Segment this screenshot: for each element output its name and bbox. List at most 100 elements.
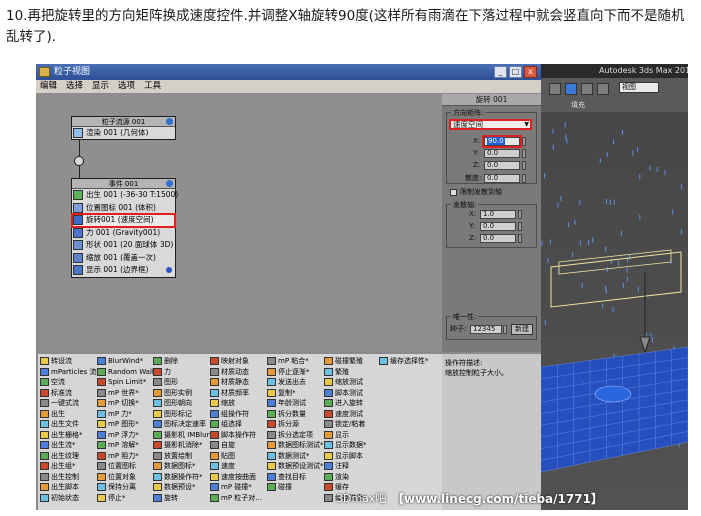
depot-item[interactable]: 贴图	[209, 451, 262, 462]
operator-birth[interactable]: 出生 001 (-36-30 T:1500)	[72, 189, 178, 202]
menu-select[interactable]: 选择	[66, 80, 83, 93]
wire-connector[interactable]	[74, 156, 84, 166]
seed-field[interactable]: 12345	[470, 325, 502, 334]
depot-item[interactable]: 数据图标测试*	[266, 440, 324, 451]
maximize-button[interactable]: □	[509, 66, 522, 78]
event-node[interactable]: 事件 001 出生 001 (-36-30 T:1500) 位置图标 001 (…	[71, 178, 178, 278]
depot-item[interactable]: mP 图形*	[96, 419, 159, 430]
restrict-divergence-checkbox[interactable]	[450, 189, 457, 196]
depot-item[interactable]: 力	[152, 367, 213, 378]
operator-render[interactable]: 渲染 001 (几何体)	[72, 127, 175, 140]
depot-item[interactable]: 拆分选定项	[266, 430, 324, 441]
depot-item[interactable]: 停止*	[96, 493, 159, 504]
reference-coordinate-dropdown[interactable]: 视图	[619, 82, 659, 93]
depot-item[interactable]: 缩放测试	[323, 377, 367, 388]
depot-item[interactable]: mP 力*	[96, 409, 159, 420]
depot-item[interactable]: 渲染	[323, 472, 367, 483]
depot-item[interactable]: 显示	[323, 430, 367, 441]
depot-item[interactable]: 转设流	[39, 356, 100, 367]
depot-item[interactable]: 缓存选择性*	[378, 356, 429, 367]
depot-item[interactable]: 自旋	[209, 440, 262, 451]
operator-rotation[interactable]: 旋转001 (速度空间)	[71, 213, 176, 228]
depot-item[interactable]: 查找目标	[266, 472, 324, 483]
z-rotation-field[interactable]: 0.0	[484, 161, 520, 170]
depot-item[interactable]: 保持分离	[96, 482, 159, 493]
depot-item[interactable]: 出生流*	[39, 440, 100, 451]
depot-item[interactable]: Spin Limit*	[96, 377, 159, 388]
orientation-matrix-select[interactable]: 速度空间 ▼	[449, 119, 532, 130]
axis-z-field[interactable]: 0.0	[480, 234, 516, 243]
y-rotation-field[interactable]: 0.0	[484, 149, 520, 158]
depot-item[interactable]: mP 阻力*	[96, 451, 159, 462]
depot-item[interactable]: 数据预设*	[152, 482, 213, 493]
axis-y-field[interactable]: 0.0	[480, 222, 516, 231]
depot-item[interactable]: mP 世界*	[96, 388, 159, 399]
depot-item[interactable]: mP 溶解*	[96, 440, 159, 451]
rotate-icon[interactable]	[581, 83, 593, 95]
close-button[interactable]: x	[524, 66, 537, 78]
move-icon[interactable]	[565, 83, 577, 95]
depot-item[interactable]: 脚本测试	[323, 388, 367, 399]
menu-edit[interactable]: 编辑	[40, 80, 57, 93]
particle-flow-source-node[interactable]: 粒子流源 001 渲染 001 (几何体)	[71, 116, 176, 140]
depot-item[interactable]: 图标决定速率	[152, 419, 213, 430]
depot-item[interactable]: 图形朝向	[152, 398, 213, 409]
depot-item[interactable]: 出生文件	[39, 419, 100, 430]
operator-scale[interactable]: 缩放 001 (覆盖一次)	[72, 252, 175, 265]
depot-item[interactable]: 标准流	[39, 388, 100, 399]
depot-item[interactable]: 缩放	[209, 398, 262, 409]
depot-item[interactable]: mP 切换*	[96, 398, 159, 409]
depot-item[interactable]: 数据测试*	[266, 451, 324, 462]
rollout-title[interactable]: 旋转 001	[442, 94, 541, 106]
depot-item[interactable]: 初始状态	[39, 493, 100, 504]
depot-item[interactable]: 图形标记	[152, 409, 213, 420]
depot-item[interactable]: 碰撞	[266, 482, 324, 493]
depot-item[interactable]: 停止逐渐*	[266, 367, 324, 378]
depot-item[interactable]: 出生组*	[39, 461, 100, 472]
depot-item[interactable]: 出生控制	[39, 472, 100, 483]
depot-item[interactable]: 删除	[152, 356, 213, 367]
depot-item[interactable]: 放置绘制	[152, 451, 213, 462]
axis-z-spinner[interactable]	[518, 234, 522, 243]
x-rotation-field[interactable]: 90.0	[482, 135, 522, 148]
depot-item[interactable]: 空流	[39, 377, 100, 388]
depot-item[interactable]: 位置图标	[96, 461, 159, 472]
depot-item[interactable]: 摄影机消除*	[152, 440, 213, 451]
axis-x-spinner[interactable]	[518, 210, 522, 219]
depot-item[interactable]: 碰撞繁殖	[323, 356, 367, 367]
depot-item[interactable]: 旋转	[152, 493, 213, 504]
depot-item[interactable]: 映射对象	[209, 356, 262, 367]
depot-item[interactable]: Random Walk*	[96, 367, 159, 378]
depot-item[interactable]: 脚本操作符	[209, 430, 262, 441]
menu-options[interactable]: 选项	[118, 80, 135, 93]
color-swatch-icon[interactable]	[166, 267, 172, 273]
divergence-spinner[interactable]	[522, 174, 526, 183]
depot-item[interactable]: 进入旋转	[323, 398, 367, 409]
depot-item[interactable]: mP 粒子对...	[209, 493, 262, 504]
depot-item[interactable]: 速度测试	[323, 409, 367, 420]
depot-item[interactable]: 显示数据*	[323, 440, 367, 451]
y-spinner[interactable]	[522, 149, 526, 158]
depot-item[interactable]: 出生	[39, 409, 100, 420]
new-seed-button[interactable]: 新建	[511, 324, 533, 335]
depot-item[interactable]: 速度按曲面	[209, 472, 262, 483]
depot-item[interactable]: 注释	[323, 461, 367, 472]
perspective-viewport[interactable]	[541, 112, 688, 510]
depot-item[interactable]: mP 碰撞*	[209, 482, 262, 493]
depot-item[interactable]: mP 粘合*	[266, 356, 324, 367]
operator-force[interactable]: 力 001 (Gravity001)	[72, 227, 175, 240]
depot-item[interactable]: 复制*	[266, 388, 324, 399]
menu-tools[interactable]: 工具	[144, 80, 161, 93]
depot-item[interactable]: 锁定/粘着	[323, 419, 367, 430]
depot-item[interactable]: 组操作符	[209, 409, 262, 420]
depot-item[interactable]: 出生脚本	[39, 482, 100, 493]
scale-icon[interactable]	[597, 83, 609, 95]
depot-item[interactable]: 材质频率	[209, 388, 262, 399]
depot-item[interactable]: 材质静态	[209, 377, 262, 388]
depot-item[interactable]: 摄影机 IMBlur*	[152, 430, 213, 441]
operator-position-icon[interactable]: 位置图标 001 (体积)	[72, 202, 175, 215]
depot-item[interactable]: 材质动态	[209, 367, 262, 378]
depot-item[interactable]: 发送出去	[266, 377, 324, 388]
depot-item[interactable]: mParticles 流*	[39, 367, 100, 378]
axis-x-field[interactable]: 1.0	[480, 210, 516, 219]
